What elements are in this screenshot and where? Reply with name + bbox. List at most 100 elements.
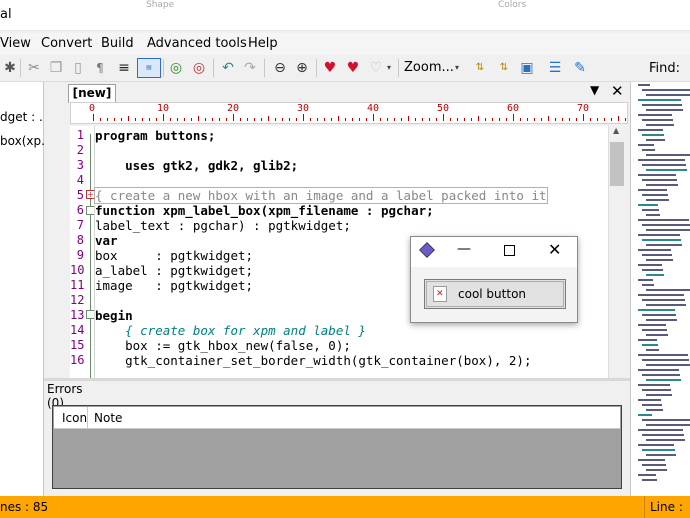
- zoom-dropdown[interactable]: Zoom...: [404, 60, 454, 75]
- code-line[interactable]: uses gtk2, gdk2, glib2;: [95, 158, 298, 173]
- code-line[interactable]: function xpm_label_box(xpm_filename : pg…: [95, 203, 434, 218]
- debug-icon[interactable]: ✱: [0, 58, 20, 78]
- paste-icon[interactable]: ▯: [68, 58, 88, 78]
- overview-line: [646, 439, 685, 441]
- cool-button[interactable]: ✕ cool button: [424, 279, 566, 309]
- ruler-tick: [310, 118, 311, 121]
- ruler-tick: [506, 118, 507, 121]
- ruler-tick: [520, 118, 521, 121]
- heart-add-icon[interactable]: ♥: [343, 58, 363, 78]
- ruler: 0 10 20 30 40 50 60 70: [70, 102, 628, 124]
- panel-icon[interactable]: ▣: [517, 58, 537, 78]
- toolbar-separator: [398, 59, 399, 77]
- ruler-tick: [324, 118, 325, 121]
- overview-line: [638, 309, 675, 311]
- code-line[interactable]: { create a new hbox with an image and a …: [94, 187, 548, 204]
- menu-view[interactable]: View: [0, 36, 31, 51]
- overview-line: [642, 254, 672, 256]
- format-icon[interactable]: ▤: [137, 58, 161, 78]
- maximize-icon[interactable]: [504, 245, 515, 256]
- toolbar-separator: [163, 59, 164, 77]
- back-icon[interactable]: ⊖: [270, 58, 290, 78]
- ruler-tick: [527, 118, 528, 121]
- broken-image-icon: ✕: [433, 286, 447, 302]
- overview-line: [638, 219, 689, 221]
- code-line[interactable]: a_label : pgtkwidget;: [95, 263, 253, 278]
- overview-line: [646, 94, 690, 96]
- overview-line: [638, 444, 674, 446]
- tab-errors[interactable]: Errors (0): [47, 382, 101, 410]
- ghost-label-shape: Shape: [146, 0, 175, 10]
- ruler-tick: [100, 118, 101, 121]
- overview-line: [646, 424, 690, 426]
- ruler-tick: [576, 118, 577, 121]
- ruler-tick: [492, 118, 493, 121]
- remove-bookmark-icon[interactable]: ◎: [189, 58, 209, 78]
- overview-line: [642, 299, 685, 301]
- code-line[interactable]: { create box for xpm and label }: [95, 323, 366, 338]
- sort-asc-icon[interactable]: ⇅: [470, 58, 490, 78]
- copy-icon[interactable]: ❐: [46, 58, 66, 78]
- structure-item[interactable]: dget : ...: [0, 110, 50, 124]
- overview-line: [638, 144, 654, 146]
- overview-line: [638, 429, 683, 431]
- redo-icon[interactable]: ↷: [240, 58, 260, 78]
- scroll-up-icon[interactable]: ▲: [613, 126, 619, 135]
- menu-advanced-tools[interactable]: Advanced tools: [147, 36, 247, 51]
- overview-line: [638, 414, 652, 416]
- splitter[interactable]: [44, 378, 630, 381]
- ruler-tick: [114, 118, 115, 121]
- overview-line: [638, 234, 680, 236]
- status-line-position: Line :: [650, 500, 683, 514]
- ruler-tick: [457, 118, 458, 121]
- column-header-icon[interactable]: Icon: [62, 411, 87, 425]
- ruler-tick: [408, 116, 409, 121]
- ruler-tick: [618, 116, 619, 121]
- popup-titlebar[interactable]: — ✕: [411, 237, 577, 267]
- heart-icon[interactable]: ♥: [320, 58, 340, 78]
- ruler-tick: [163, 114, 164, 121]
- ruler-tick: [247, 118, 248, 121]
- close-icon[interactable]: ✕: [611, 82, 624, 100]
- menu-help[interactable]: Help: [248, 36, 278, 51]
- tab-menu-icon[interactable]: ▼: [590, 83, 599, 97]
- code-line[interactable]: program buttons;: [95, 128, 215, 143]
- status-bar: nes : 85 Line :: [0, 496, 690, 518]
- code-line[interactable]: var: [95, 233, 118, 248]
- pilcrow-icon[interactable]: ¶: [90, 58, 110, 78]
- code-line[interactable]: box : pgtkwidget;: [95, 248, 253, 263]
- code-line[interactable]: image : pgtkwidget;: [95, 278, 253, 293]
- sort-desc-icon[interactable]: ⇅: [494, 58, 514, 78]
- menu-build[interactable]: Build: [101, 36, 134, 51]
- line-number: 14: [70, 323, 85, 337]
- overview-line: [638, 354, 688, 356]
- code-line[interactable]: gtk_container_set_border_width(gtk_conta…: [95, 353, 531, 368]
- pen-icon[interactable]: ✎: [570, 58, 590, 78]
- close-icon[interactable]: ✕: [548, 240, 561, 259]
- menu-convert[interactable]: Convert: [41, 36, 92, 51]
- chevron-down-icon[interactable]: ▾: [384, 58, 394, 78]
- undo-icon[interactable]: ↶: [218, 58, 238, 78]
- ruler-tick: [317, 118, 318, 121]
- overview-line: [646, 304, 686, 306]
- align-icon[interactable]: ≡: [114, 58, 134, 78]
- cut-icon[interactable]: ✂: [24, 58, 44, 78]
- code-line[interactable]: box := gtk_hbox_new(false, 0);: [95, 338, 351, 353]
- line-number: 5: [76, 188, 84, 202]
- minimize-icon[interactable]: —: [457, 241, 471, 257]
- heart-empty-icon[interactable]: ♡: [366, 58, 386, 78]
- list-icon[interactable]: ☰: [545, 58, 565, 78]
- overview-line: [646, 469, 667, 471]
- chevron-down-icon[interactable]: ▾: [452, 58, 462, 78]
- toolbar-separator: [316, 59, 317, 77]
- add-bookmark-icon[interactable]: ◎: [166, 58, 186, 78]
- overview-line: [646, 334, 668, 336]
- forward-icon[interactable]: ⊕: [292, 58, 312, 78]
- overview-line: [646, 154, 690, 156]
- tab-new[interactable]: [new]: [68, 84, 116, 103]
- overview-line: [642, 434, 684, 436]
- column-header-note[interactable]: Note: [94, 411, 122, 425]
- code-line[interactable]: label_text : pgchar) : pgtkwidget;: [95, 218, 351, 233]
- scrollbar-thumb[interactable]: [610, 142, 624, 186]
- code-line[interactable]: begin: [95, 308, 133, 323]
